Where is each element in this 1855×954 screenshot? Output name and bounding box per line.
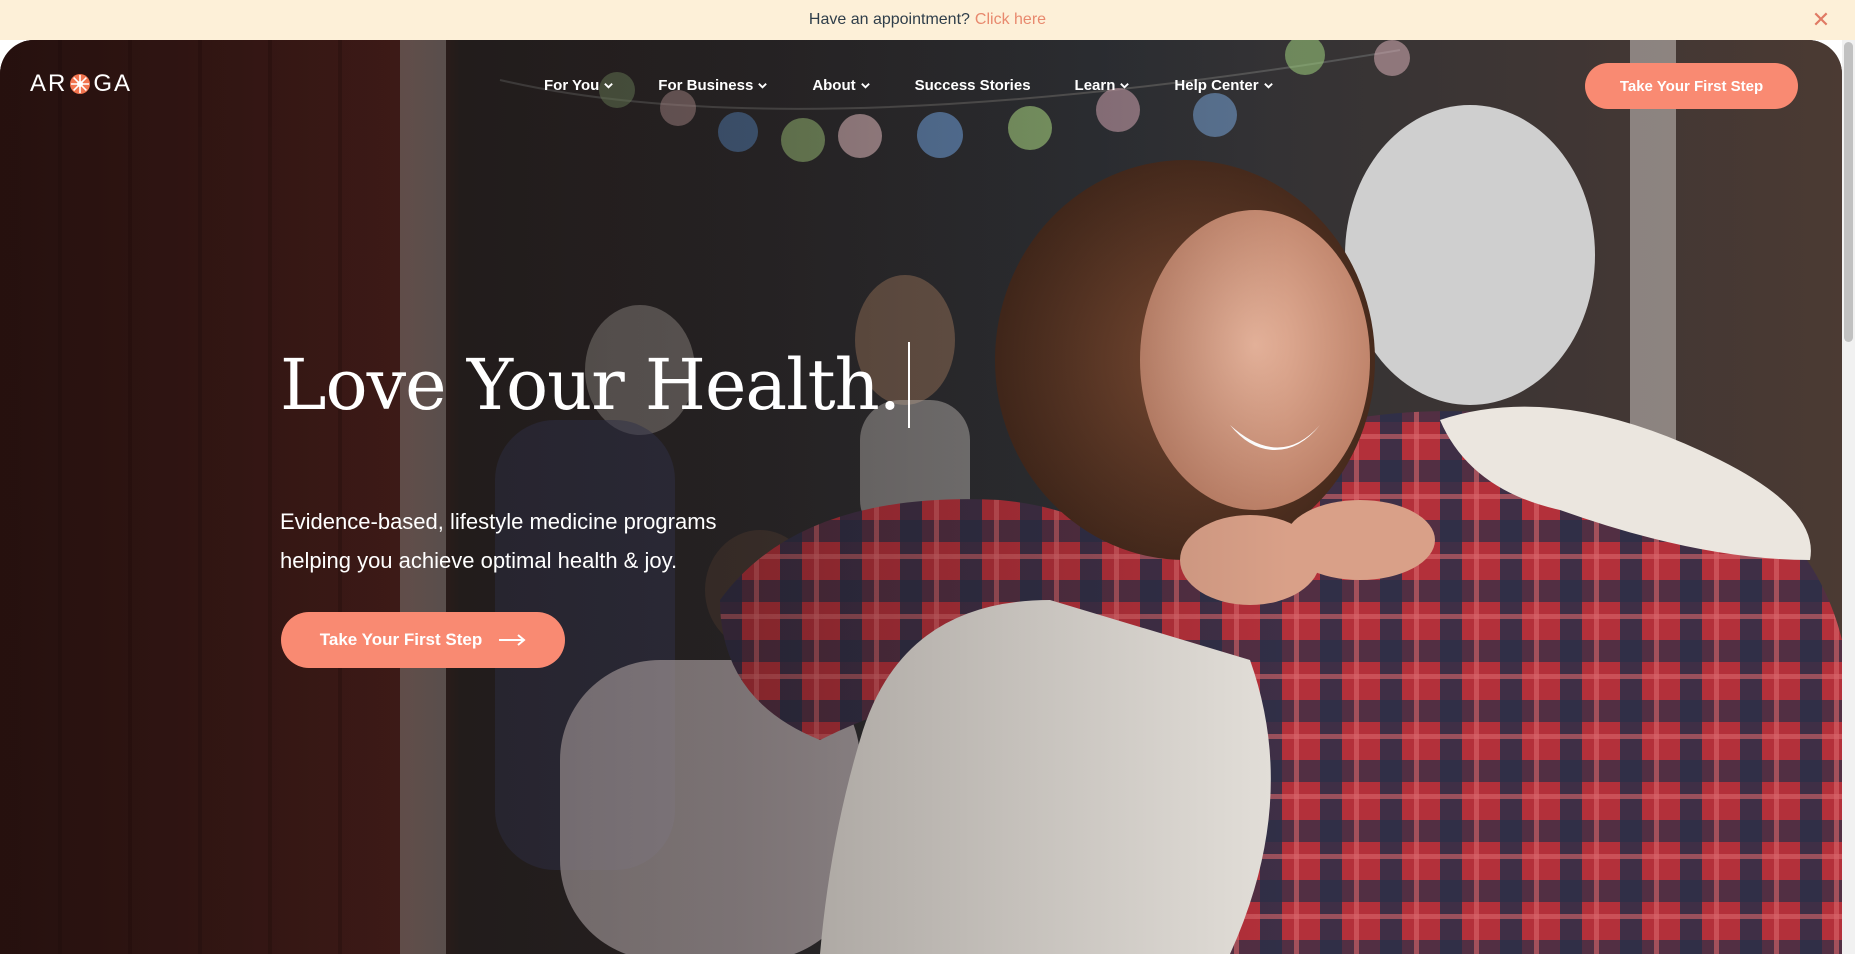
scrollbar-thumb[interactable] bbox=[1844, 42, 1853, 342]
aroga-logo[interactable]: AR GA bbox=[30, 70, 133, 97]
hero-overlay bbox=[0, 40, 1842, 954]
header-cta-button[interactable]: Take Your First Step bbox=[1585, 63, 1798, 109]
hero-section: AR GA For You For Business About Success… bbox=[0, 40, 1842, 954]
hero-cta-button[interactable]: Take Your First Step bbox=[281, 612, 565, 668]
nav-item-learn[interactable]: Learn bbox=[1075, 77, 1131, 94]
chevron-down-icon bbox=[604, 82, 614, 89]
nav-label: About bbox=[812, 76, 856, 94]
nav-label: Help Center bbox=[1174, 76, 1259, 94]
nav-label: Learn bbox=[1074, 76, 1116, 94]
arrow-right-icon bbox=[499, 634, 526, 646]
nav-label: For Business bbox=[658, 76, 754, 94]
nav-item-for-business[interactable]: For Business bbox=[658, 77, 768, 94]
hero-headline: Love Your Health. bbox=[280, 342, 910, 428]
announcement-bar: Have an appointment? Click here ✕ bbox=[0, 0, 1855, 40]
announcement-text: Have an appointment? bbox=[808, 11, 970, 28]
nav-item-success-stories[interactable]: Success Stories bbox=[915, 77, 1031, 94]
nav-label: For You bbox=[544, 76, 600, 94]
nav-item-help-center[interactable]: Help Center bbox=[1174, 77, 1273, 94]
hero-headline-text: Love Your Health. bbox=[280, 344, 901, 426]
nav-label: Success Stories bbox=[914, 76, 1031, 94]
hero-subtext-line: Evidence-based, lifestyle medicine progr… bbox=[280, 509, 717, 534]
nav-item-for-you[interactable]: For You bbox=[544, 77, 614, 94]
chevron-down-icon bbox=[758, 82, 768, 89]
hero-cta-label: Take Your First Step bbox=[319, 630, 483, 649]
hero-subtext-line: helping you achieve optimal health & joy… bbox=[280, 548, 678, 573]
close-icon[interactable]: ✕ bbox=[1809, 8, 1833, 32]
chevron-down-icon bbox=[1263, 82, 1273, 89]
announcement-link[interactable]: Click here bbox=[975, 11, 1046, 29]
main-nav: For You For Business About Success Stori… bbox=[544, 76, 1274, 94]
logo-text-left: AR bbox=[30, 70, 68, 97]
chevron-down-icon bbox=[1120, 82, 1130, 89]
chevron-down-icon bbox=[860, 82, 870, 89]
text-cursor bbox=[907, 342, 910, 428]
hero-subtext: Evidence-based, lifestyle medicine progr… bbox=[280, 502, 840, 580]
logo-text-right: GA bbox=[93, 70, 133, 97]
wheel-logo-icon bbox=[70, 74, 91, 94]
page-scrollbar[interactable] bbox=[1842, 40, 1855, 954]
nav-item-about[interactable]: About bbox=[812, 77, 870, 94]
